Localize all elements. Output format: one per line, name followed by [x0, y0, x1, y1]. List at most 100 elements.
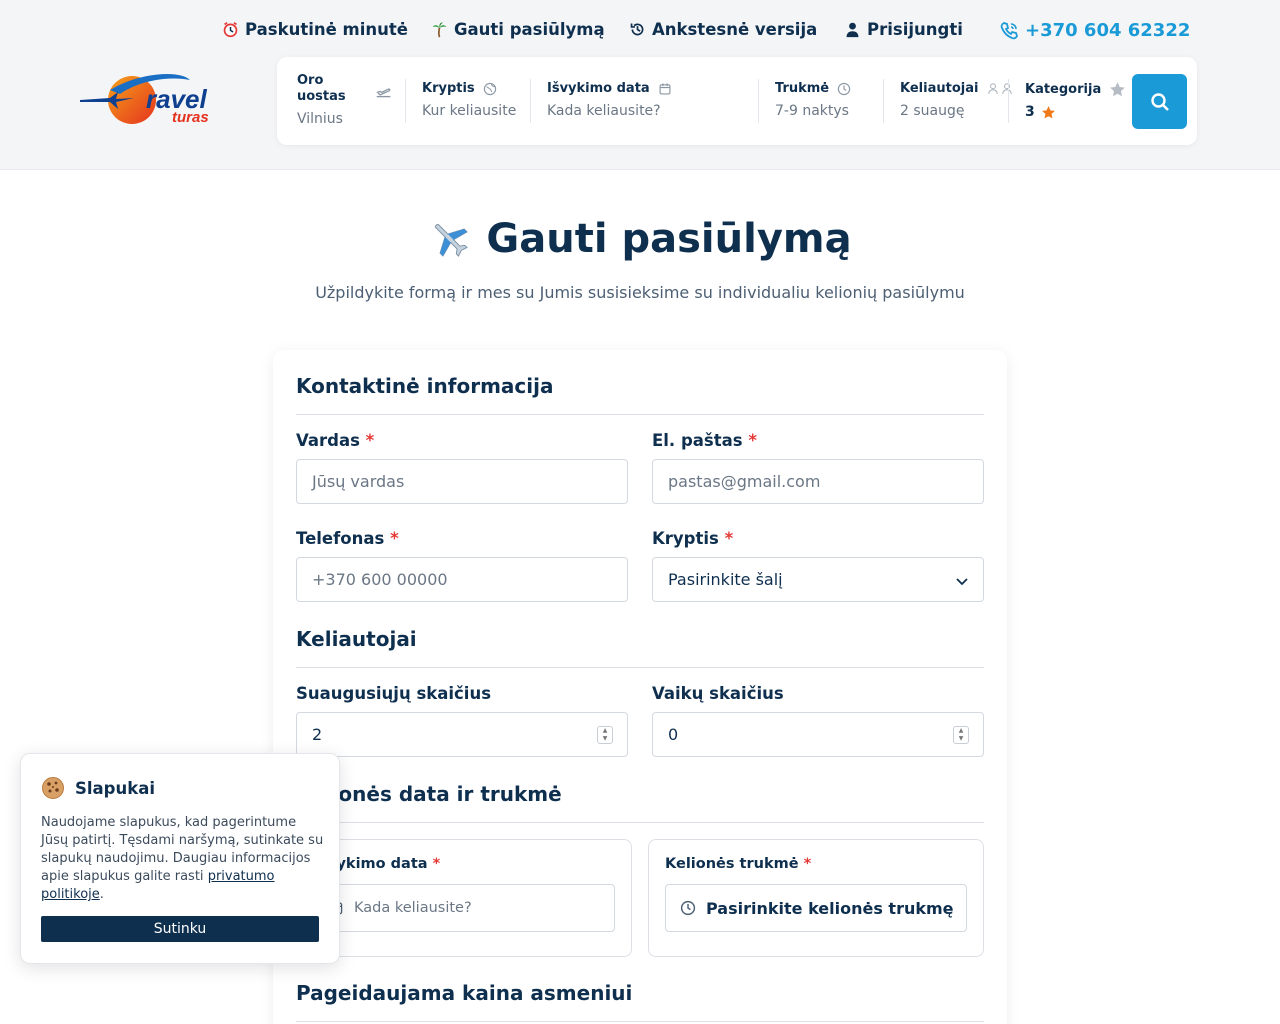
name-label: Vardas * [296, 431, 375, 450]
duration-value: 7-9 naktys [775, 103, 849, 119]
history-icon [630, 23, 644, 36]
nav-phone-number: +370 604 62322 [1025, 20, 1191, 41]
destination-select-value: Pasirinkite šalį [668, 570, 783, 589]
search-departure-field[interactable]: Išvykimo data Kada keliausite? [547, 81, 672, 119]
nav-get-offer[interactable]: Gauti pasiūlymą [431, 20, 605, 39]
plane-departure-icon [376, 88, 391, 98]
destination-label: Kryptis [422, 81, 475, 96]
section-divider [296, 667, 984, 668]
departure-date-placeholder: Kada keliausite? [354, 900, 472, 916]
section-title-travelers: Keliautojai [296, 627, 417, 651]
adults-label: Suaugusiųjų skaičius [296, 684, 492, 703]
children-stepper[interactable]: ▲ ▼ [953, 726, 969, 744]
clock-icon [837, 82, 851, 96]
cookie-banner: Slapukai Naudojame slapukus, kad pagerin… [20, 753, 340, 964]
nav-get-offer-label: Gauti pasiūlymą [454, 20, 605, 39]
user-icon [846, 22, 859, 38]
divider [1008, 79, 1009, 123]
calendar-icon [659, 83, 671, 95]
search-category-field[interactable]: Kategorija 3 [1025, 81, 1126, 120]
stepper-down-icon[interactable]: ▼ [603, 736, 608, 742]
cookie-title-text: Slapukai [75, 778, 155, 798]
alarm-clock-icon [223, 21, 238, 38]
airplane-icon [435, 224, 469, 257]
star-outline-icon [1110, 82, 1126, 97]
required-mark: * [748, 431, 757, 450]
travelers-value: 2 suaugę [900, 103, 965, 119]
required-mark: * [365, 431, 375, 450]
stepper-up-icon[interactable]: ▲ [603, 728, 608, 734]
destination-select[interactable]: Pasirinkite šalį [652, 557, 984, 602]
nav-last-minute-label: Paskutinė minutė [245, 20, 408, 39]
destination-value: Kur keliausite [422, 103, 517, 119]
travelers-label: Keliautojai [900, 81, 979, 96]
travel-turas-logo[interactable]: ravel turas [80, 72, 230, 128]
chevron-down-icon [956, 578, 968, 586]
nav-previous-version-label: Ankstesnė versija [652, 20, 818, 39]
nav-previous-version[interactable]: Ankstesnė versija [629, 20, 817, 39]
category-label: Kategorija [1025, 81, 1102, 97]
page-title: Gauti pasiūlymą [0, 216, 1280, 262]
search-airport-field[interactable]: Oro uostas Vilnius [297, 73, 393, 127]
required-mark: * [724, 529, 734, 548]
email-label: El. paštas * [652, 431, 757, 450]
cookie-title: Slapukai [41, 776, 155, 800]
adults-value: 2 [312, 725, 323, 744]
nav-login-label: Prisijungti [867, 20, 963, 39]
destination-select-label: Kryptis * [652, 529, 734, 548]
nav-login[interactable]: Prisijungti [844, 20, 963, 39]
nav-phone[interactable]: +370 604 62322 [999, 20, 1190, 41]
search-duration-field[interactable]: Trukmė 7-9 naktys [775, 81, 851, 119]
stepper-up-icon[interactable]: ▲ [959, 728, 964, 734]
airport-value: Vilnius [297, 111, 343, 127]
children-number-input[interactable]: 0 ▲ ▼ [652, 712, 984, 757]
required-mark: * [432, 856, 441, 872]
search-destination-field[interactable]: Kryptis Kur keliausite [422, 81, 516, 119]
section-title-price: Pageidaujama kaina asmeniui [296, 981, 633, 1005]
trip-duration-label: Kelionės trukmė * [665, 856, 812, 872]
trip-duration-card: Kelionės trukmė * Pasirinkite kelionės t… [648, 839, 984, 957]
palm-tree-icon [432, 22, 447, 38]
stepper-down-icon[interactable]: ▼ [959, 736, 964, 742]
phone-input[interactable]: +370 600 00000 [296, 557, 628, 602]
section-title-contact: Kontaktinė informacija [296, 374, 554, 398]
adults-number-input[interactable]: 2 ▲ ▼ [296, 712, 628, 757]
phone-label: Telefonas * [296, 529, 399, 548]
divider [405, 79, 406, 123]
departure-date-input[interactable]: Kada keliausite? [313, 884, 615, 932]
users-icon [988, 83, 1013, 94]
search-icon [1150, 92, 1169, 111]
required-mark: * [390, 529, 399, 548]
adults-stepper[interactable]: ▲ ▼ [597, 726, 613, 744]
children-label: Vaikų skaičius [652, 684, 784, 703]
trip-duration-select[interactable]: Pasirinkite kelionės trukmę [665, 884, 967, 932]
logo-graphic: ravel turas [80, 74, 209, 126]
divider [758, 79, 759, 123]
search-travelers-field[interactable]: Keliautojai 2 suaugę [900, 81, 1014, 119]
departure-date-card: Išvykimo data * Kada keliausite? [296, 839, 632, 957]
departure-value: Kada keliausite? [547, 103, 661, 119]
site-header: Paskutinė minutė Gauti pasiūlymą Ankstes… [0, 0, 1280, 170]
search-bar: Oro uostas Vilnius Kryptis Kur keliausit… [277, 57, 1197, 145]
clock-icon [680, 900, 696, 916]
divider [530, 79, 531, 123]
email-input[interactable]: pastas@gmail.com [652, 459, 984, 504]
logo-word-turas: turas [172, 109, 209, 126]
page-subtitle: Užpildykite formą ir mes su Jumis susisi… [315, 283, 965, 302]
category-value: 3 [1025, 104, 1035, 120]
cookie-icon [42, 777, 64, 799]
cookie-text: Naudojame slapukus, kad pagerintume Jūsų… [41, 815, 324, 902]
nav-last-minute[interactable]: Paskutinė minutė [222, 20, 408, 39]
required-mark: * [803, 856, 812, 872]
name-input[interactable]: Jūsų vardas [296, 459, 628, 504]
divider [883, 79, 884, 123]
departure-label: Išvykimo data [547, 81, 650, 96]
section-divider [296, 414, 984, 415]
cookie-accept-button[interactable]: Sutinku [41, 916, 319, 942]
globe-icon [483, 82, 496, 96]
star-icon [1041, 105, 1055, 118]
page-title-text: Gauti pasiūlymą [486, 216, 852, 262]
section-divider [296, 822, 984, 823]
search-button[interactable] [1132, 74, 1187, 129]
section-divider [296, 1021, 984, 1022]
